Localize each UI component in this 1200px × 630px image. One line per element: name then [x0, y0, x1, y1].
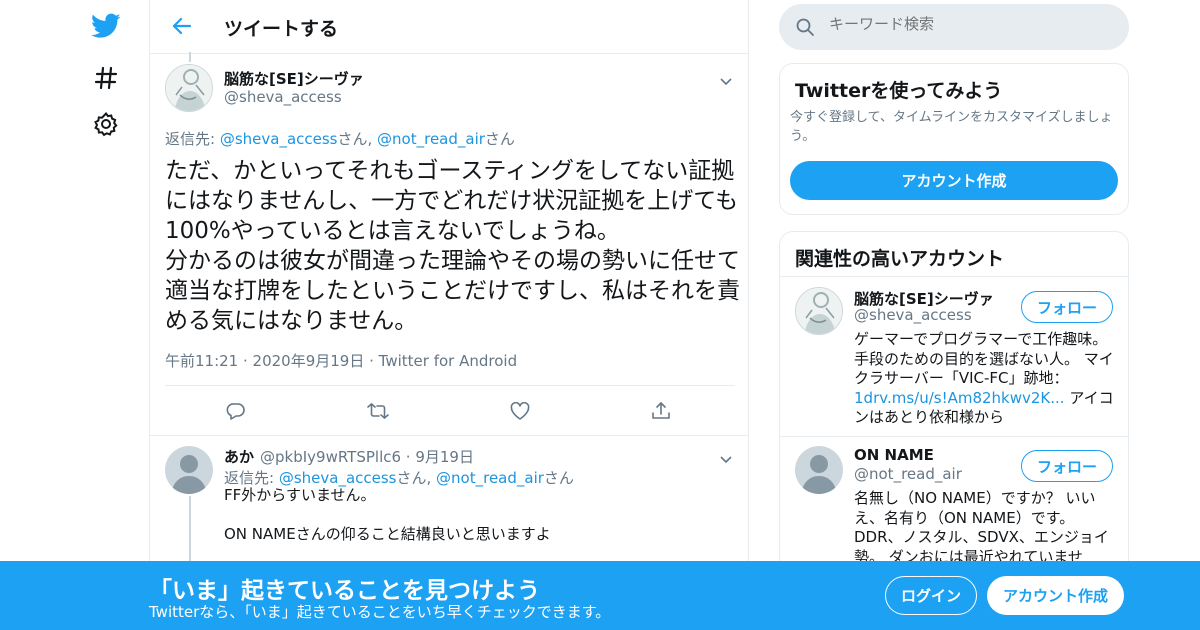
account-name[interactable]: ON NAME	[854, 446, 934, 464]
tweet-timestamp[interactable]: 午前11:21 · 2020年9月19日 · Twitter for Andro…	[165, 350, 517, 371]
login-button[interactable]: ログイン	[885, 576, 977, 615]
reply-to-link[interactable]: @sheva_access	[279, 469, 397, 487]
like-icon[interactable]	[509, 400, 531, 422]
create-account-button[interactable]: アカウント作成	[987, 576, 1124, 615]
display-name[interactable]: あか	[224, 446, 254, 467]
divider	[780, 436, 1128, 437]
main-tweet: 脳筋な[SE]シーヴァ @sheva_access 返信先: @sheva_ac…	[150, 52, 748, 436]
reply-icon[interactable]	[225, 400, 247, 422]
hashtag-icon[interactable]	[90, 62, 122, 94]
banner-title: 「いま」起きていることを見つけよう	[149, 578, 540, 604]
main-column: ツイートする 脳筋な[SE]シーヴァ @sheva_access 返信先: @s…	[149, 0, 749, 630]
banner-subtitle: Twitterなら、「いま」起きていることをいち早くチェックできます。	[149, 603, 611, 621]
avatar[interactable]	[165, 64, 213, 112]
avatar[interactable]	[165, 446, 213, 494]
account-bio: 名無し（NO NAME）ですか？ いいえ、名有り（ON NAME）です。 DDR…	[854, 489, 1109, 566]
related-accounts-card: 関連性の高いアカウント 脳筋な[SE]シーヴァ @sheva_access フォ…	[779, 231, 1129, 593]
reply-to-line: 返信先: @sheva_accessさん, @not_read_airさん	[165, 130, 515, 148]
signup-card: Twitterを使ってみよう 今すぐ登録して、タイムラインをカスタマイズしましょ…	[779, 63, 1129, 215]
signup-card-title: Twitterを使ってみよう	[795, 80, 1003, 102]
reply-to-line: 返信先: @sheva_accessさん, @not_read_airさん	[224, 469, 574, 487]
account-bio: ゲーマーでプログラマーで工作趣味。手段のための目的を選ばない人。 マイクラサーバ…	[854, 330, 1114, 426]
reply-to-link[interactable]: @sheva_access	[220, 130, 338, 148]
divider	[165, 385, 735, 386]
reply-to-link[interactable]: @not_read_air	[436, 469, 544, 487]
account-handle[interactable]: @not_read_air	[854, 465, 962, 483]
bio-link[interactable]: 1drv.ms/u/s!Am82hkwv2K...	[854, 389, 1065, 407]
retweet-icon[interactable]	[367, 400, 389, 422]
page-header: ツイートする	[150, 0, 748, 54]
avatar[interactable]	[795, 446, 843, 494]
back-button[interactable]	[168, 12, 196, 40]
thread-line	[189, 52, 191, 62]
search-input[interactable]	[829, 15, 1109, 33]
user-handle[interactable]: @sheva_access	[224, 88, 342, 106]
reply-text: FF外からすいません。 ON NAMEさんの仰ること結構良いと思いますよ	[224, 486, 551, 543]
arrow-left-icon	[172, 17, 192, 35]
chevron-down-icon[interactable]	[719, 72, 733, 86]
related-accounts-title: 関連性の高いアカウント	[795, 248, 1005, 270]
display-name[interactable]: 脳筋な[SE]シーヴァ	[224, 68, 364, 89]
gear-icon[interactable]	[90, 108, 122, 140]
signup-banner: 「いま」起きていることを見つけよう Twitterなら、「いま」起きていることを…	[0, 561, 1200, 630]
divider	[780, 276, 1128, 277]
twitter-bird-icon[interactable]	[90, 10, 122, 42]
tweet-text: ただ、かといってそれもゴースティングをしてない証拠にはなりませんし、一方でどれだ…	[165, 156, 740, 336]
account-handle[interactable]: @sheva_access	[854, 306, 972, 324]
chevron-down-icon[interactable]	[719, 450, 733, 464]
user-handle[interactable]: @pkbIy9wRTSPllc6 · 9月19日	[260, 446, 474, 467]
signup-card-subtitle: 今すぐ登録して、タイムラインをカスタマイズしましょう。	[790, 110, 1113, 144]
search-bar[interactable]	[779, 4, 1129, 50]
tweet-body: ただ、かといってそれもゴースティングをしてない証拠にはなりませんし、一方でどれだ…	[165, 158, 740, 334]
follow-button[interactable]: フォロー	[1021, 291, 1113, 323]
search-icon	[795, 17, 815, 41]
reply-to-link[interactable]: @not_read_air	[377, 130, 485, 148]
create-account-button[interactable]: アカウント作成	[790, 161, 1118, 200]
follow-button[interactable]: フォロー	[1021, 450, 1113, 482]
page-title: ツイートする	[224, 18, 339, 40]
avatar[interactable]	[795, 287, 843, 335]
share-icon[interactable]	[650, 400, 672, 422]
